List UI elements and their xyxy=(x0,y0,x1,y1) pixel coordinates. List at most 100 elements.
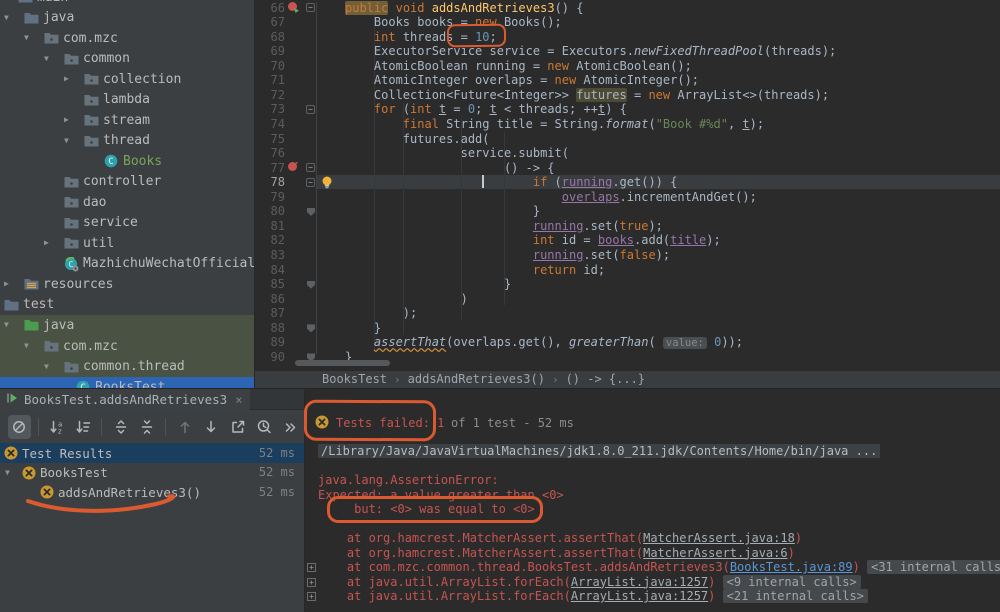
code-line-84[interactable]: 84 return id; xyxy=(255,262,1000,277)
fold-end-marker-icon[interactable] xyxy=(307,280,315,289)
chevron-collapsed-icon[interactable]: ▶ xyxy=(64,115,69,124)
code-line-77[interactable]: 77 − () -> { xyxy=(255,160,1000,175)
tree-item-bookstest[interactable]: C BooksTest xyxy=(0,377,254,388)
test-tree-row-Test-Results[interactable]: Test Results 52 ms xyxy=(0,443,304,463)
code-line-70[interactable]: 70 AtomicBoolean running = new AtomicBoo… xyxy=(255,58,1000,73)
sort-by-duration-icon[interactable] xyxy=(72,415,95,439)
code-line-68[interactable]: 68 int threads = 10; xyxy=(255,29,1000,44)
code-text: assertThat(overlaps.get(), greaterThan( … xyxy=(373,335,744,350)
hide-passed-icon[interactable] xyxy=(8,415,31,439)
chevron-expanded-icon[interactable]: ▼ xyxy=(44,54,49,63)
tree-item-label: common.thread xyxy=(83,359,185,375)
code-line-74[interactable]: 74 final String title = String.format("B… xyxy=(255,116,1000,131)
tree-item-label: dao xyxy=(83,194,107,210)
console-token: at org.hamcrest.MatcherAssert.assertThat… xyxy=(318,545,644,560)
next-failed-test-icon[interactable] xyxy=(200,415,223,439)
horizontal-scrollbar[interactable] xyxy=(295,360,390,366)
close-tab-icon[interactable]: × xyxy=(235,393,242,407)
code-line-87[interactable]: 87 ); xyxy=(255,306,1000,321)
chevron-expanded-icon[interactable]: ▼ xyxy=(4,320,9,329)
collapse-all-icon[interactable] xyxy=(136,415,159,439)
code-line-89[interactable]: 89 assertThat(overlaps.get(), greaterTha… xyxy=(255,335,1000,350)
code-line-81[interactable]: 81 running.set(true); xyxy=(255,218,1000,233)
code-text: Collection<Future<Integer>> futures = ne… xyxy=(345,87,830,102)
stack-trace-link[interactable]: MatcherAssert.java:18 xyxy=(643,531,795,545)
fold-marker-icon[interactable]: − xyxy=(306,177,315,187)
code-line-69[interactable]: 69 ExecutorService service = Executors.n… xyxy=(255,44,1000,59)
code-line-86[interactable]: 86 ) xyxy=(255,291,1000,306)
tree-item-dao[interactable]: dao xyxy=(0,192,254,213)
code-line-75[interactable]: 75 futures.add( xyxy=(255,131,1000,146)
fold-end-marker-icon[interactable] xyxy=(307,324,315,333)
expand-frames-icon[interactable]: + xyxy=(307,577,316,587)
tree-item-lambda[interactable]: lambda xyxy=(0,90,254,111)
chevron-expanded-icon[interactable]: ▼ xyxy=(64,136,69,145)
breadcrumb-item[interactable]: () -> {...} xyxy=(566,372,645,386)
tree-item-java[interactable]: ▼ java xyxy=(0,8,254,29)
test-run-tab[interactable]: BooksTest.addsAndRetrieves3 × xyxy=(0,389,251,410)
code-line-78[interactable]: 78 − if (running.get()) { xyxy=(255,175,1000,190)
chevron-collapsed-icon[interactable]: ▶ xyxy=(4,279,9,288)
breadcrumb-item[interactable]: addsAndRetrieves3() xyxy=(408,372,545,386)
chevron-expanded-icon[interactable]: ▼ xyxy=(44,362,49,371)
code-line-82[interactable]: 82 int id = books.add(title); xyxy=(255,233,1000,248)
expand-all-icon[interactable] xyxy=(109,415,132,439)
code-line-83[interactable]: 83 running.set(false); xyxy=(255,248,1000,263)
more-options-icon[interactable] xyxy=(279,415,302,439)
code-line-67[interactable]: 67 Books books = new Books(); xyxy=(255,15,1000,30)
tree-item-com-mzc[interactable]: ▼ com.mzc xyxy=(0,28,254,49)
stack-trace-link[interactable]: ArrayList.java:1257 xyxy=(571,575,708,589)
code-line-76[interactable]: 76 service.submit( xyxy=(255,146,1000,161)
export-test-results-icon[interactable] xyxy=(226,415,249,439)
expand-frames-icon[interactable]: + xyxy=(307,592,316,601)
tree-item-com-mzc[interactable]: ▼ com.mzc xyxy=(0,336,254,357)
fold-marker-icon[interactable]: − xyxy=(306,163,315,173)
code-line-73[interactable]: 73 − for (int t = 0; t < threads; ++t) { xyxy=(255,102,1000,117)
chevron-expanded-icon[interactable]: ▼ xyxy=(24,33,29,42)
tree-item-label: main xyxy=(37,0,68,5)
tree-item-thread[interactable]: ▼ thread xyxy=(0,131,254,152)
chevron-expanded-icon[interactable]: ▼ xyxy=(4,13,9,22)
tree-item-util[interactable]: ▶ util xyxy=(0,233,254,254)
fold-end-marker-icon[interactable] xyxy=(307,207,315,216)
tree-item-books[interactable]: C Books xyxy=(0,151,254,172)
chevron-collapsed-icon[interactable]: ▶ xyxy=(44,238,49,247)
class-test-icon: C xyxy=(76,380,90,388)
sort-alphabetically-icon[interactable]: az xyxy=(45,415,68,439)
code-line-72[interactable]: 72 Collection<Future<Integer>> futures =… xyxy=(255,87,1000,102)
fold-marker-icon[interactable]: − xyxy=(306,104,315,114)
stack-trace-link[interactable]: BooksTest.java:89 xyxy=(730,560,853,574)
code-line-71[interactable]: 71 AtomicInteger overlaps = new AtomicIn… xyxy=(255,73,1000,88)
stack-trace-link[interactable]: ArrayList.java:1257 xyxy=(571,589,708,603)
tree-item-common[interactable]: ▼ common xyxy=(0,49,254,70)
stack-trace-link[interactable]: MatcherAssert.java:6 xyxy=(643,546,788,560)
chevron-expanded-icon[interactable]: ▼ xyxy=(24,341,29,350)
code-line-85[interactable]: 85 } xyxy=(255,277,1000,292)
package-icon xyxy=(44,31,59,47)
tree-item-resources[interactable]: ▶ resources xyxy=(0,274,254,295)
tree-item-mazhichuwechatofficialacco[interactable]: CMazhichuWechatOfficialAcco xyxy=(0,254,254,275)
previous-failed-test-icon[interactable] xyxy=(173,415,196,439)
test-history-icon[interactable] xyxy=(253,415,276,439)
editor-panel[interactable]: 66 − public void addsAndRetrieves3() {67 B… xyxy=(255,0,1000,370)
tree-item-common-thread[interactable]: ▼ common.thread xyxy=(0,356,254,378)
tree-item-collection[interactable]: ▶ collection xyxy=(0,69,254,90)
tree-item-stream[interactable]: ▶ stream xyxy=(0,110,254,131)
chevron-collapsed-icon[interactable]: ▶ xyxy=(64,74,69,83)
tree-item-test[interactable]: test xyxy=(0,295,254,316)
fold-marker-icon[interactable]: − xyxy=(306,3,315,12)
tree-item-service[interactable]: service xyxy=(0,213,254,234)
toolbar-divider xyxy=(165,418,167,436)
test-tree-row-BooksTest[interactable]: ▼ BooksTest 52 ms xyxy=(0,463,304,483)
chevron-expanded-icon[interactable]: ▼ xyxy=(5,468,10,477)
breadcrumb-item[interactable]: BooksTest xyxy=(322,372,387,386)
code-line-66[interactable]: 66 − public void addsAndRetrieves3() { xyxy=(255,0,1000,15)
code-line-88[interactable]: 88 } xyxy=(255,320,1000,335)
code-line-80[interactable]: 80 } xyxy=(255,204,1000,219)
code-line-79[interactable]: 79 overlaps.incrementAndGet(); xyxy=(255,189,1000,204)
tree-item-java[interactable]: ▼ java xyxy=(0,315,254,336)
expand-frames-icon[interactable]: + xyxy=(307,563,316,572)
tree-item-label: stream xyxy=(103,112,150,128)
tree-item-controller[interactable]: controller xyxy=(0,172,254,193)
tree-item-main[interactable]: main xyxy=(0,0,254,8)
